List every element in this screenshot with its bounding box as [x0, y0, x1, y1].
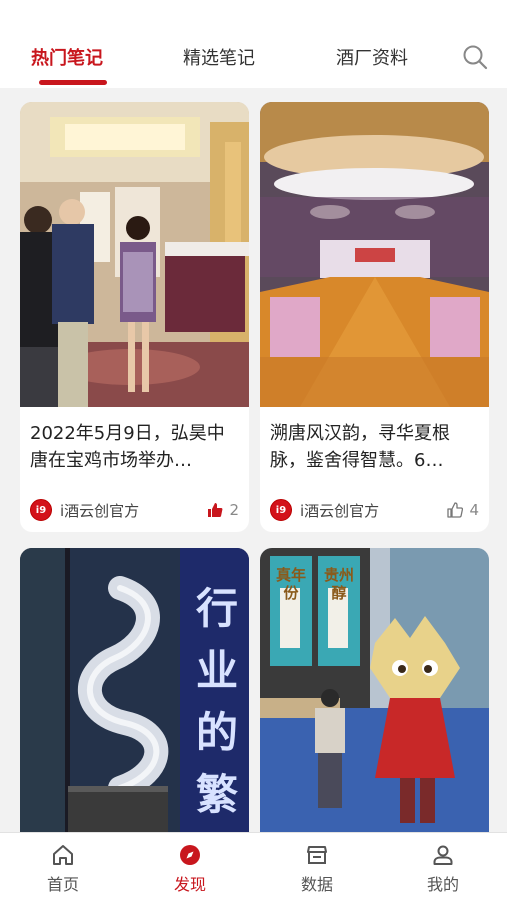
notes-feed: 2022年5月9日，弘昊中唐在宝鸡市场举办… i9 i酒云创官方 2 溯唐风汉韵…	[0, 88, 507, 832]
image-text: 真年份	[275, 566, 306, 602]
author-name: i酒云创官方	[60, 501, 140, 520]
nav-data[interactable]: 数据	[277, 843, 357, 895]
note-card[interactable]: 溯唐风汉韵，寻华夏根脉，鉴舍得智慧。6… i9 i酒云创官方 4	[260, 102, 489, 532]
nav-label: 我的	[426, 875, 459, 894]
tab-distillery-info[interactable]: 酒厂资料	[336, 44, 408, 70]
nav-label: 发现	[173, 875, 206, 894]
nav-label: 数据	[300, 875, 333, 894]
image-text: 贵州醇	[323, 566, 354, 602]
author-name: i酒云创官方	[300, 501, 380, 520]
nav-profile[interactable]: 我的	[403, 843, 483, 895]
note-author[interactable]: i9 i酒云创官方	[270, 498, 379, 522]
nav-discover[interactable]: 发现	[150, 843, 230, 895]
thumbs-up-icon	[447, 502, 464, 518]
like-count: 4	[469, 501, 479, 519]
thumbs-up-icon	[208, 503, 223, 517]
image-text: 业	[195, 646, 238, 695]
search-icon	[463, 45, 488, 70]
tab-hot-notes[interactable]: 热门笔记	[31, 44, 103, 70]
search-button[interactable]	[460, 42, 490, 72]
note-card[interactable]: 真年份 贵州醇	[260, 548, 489, 832]
image-text: 的	[195, 708, 238, 757]
note-title: 2022年5月9日，弘昊中唐在宝鸡市场举办…	[30, 423, 225, 471]
note-cover-image	[20, 102, 249, 407]
note-cover-image: 真年份 贵州醇	[260, 548, 489, 832]
author-avatar: i9	[30, 499, 52, 521]
active-tab-indicator	[39, 80, 107, 85]
compass-icon	[180, 845, 200, 865]
note-card[interactable]: 2022年5月9日，弘昊中唐在宝鸡市场举办… i9 i酒云创官方 2	[20, 102, 249, 532]
nav-home[interactable]: 首页	[23, 843, 103, 895]
note-cover-image: 行 业 的 繁	[20, 548, 249, 832]
like-button[interactable]: 4	[447, 498, 479, 522]
bottom-navigation: 首页 发现 数据 我的	[0, 832, 507, 900]
author-avatar: i9	[270, 499, 292, 521]
store-icon	[307, 846, 327, 864]
note-author[interactable]: i9 i酒云创官方	[30, 498, 139, 522]
like-button[interactable]: 2	[207, 498, 239, 522]
tab-featured-notes[interactable]: 精选笔记	[183, 44, 255, 70]
note-title: 溯唐风汉韵，寻华夏根脉，鉴舍得智慧。6…	[270, 423, 450, 471]
nav-label: 首页	[46, 875, 79, 894]
note-cover-image	[260, 102, 489, 407]
user-icon	[433, 845, 453, 865]
image-text: 行	[195, 584, 238, 633]
note-card[interactable]: 行 业 的 繁	[20, 548, 249, 832]
home-icon	[53, 845, 73, 865]
like-count: 2	[229, 501, 239, 519]
top-tab-bar: 热门笔记 精选笔记 酒厂资料	[0, 0, 507, 88]
image-text: 繁	[195, 770, 238, 819]
